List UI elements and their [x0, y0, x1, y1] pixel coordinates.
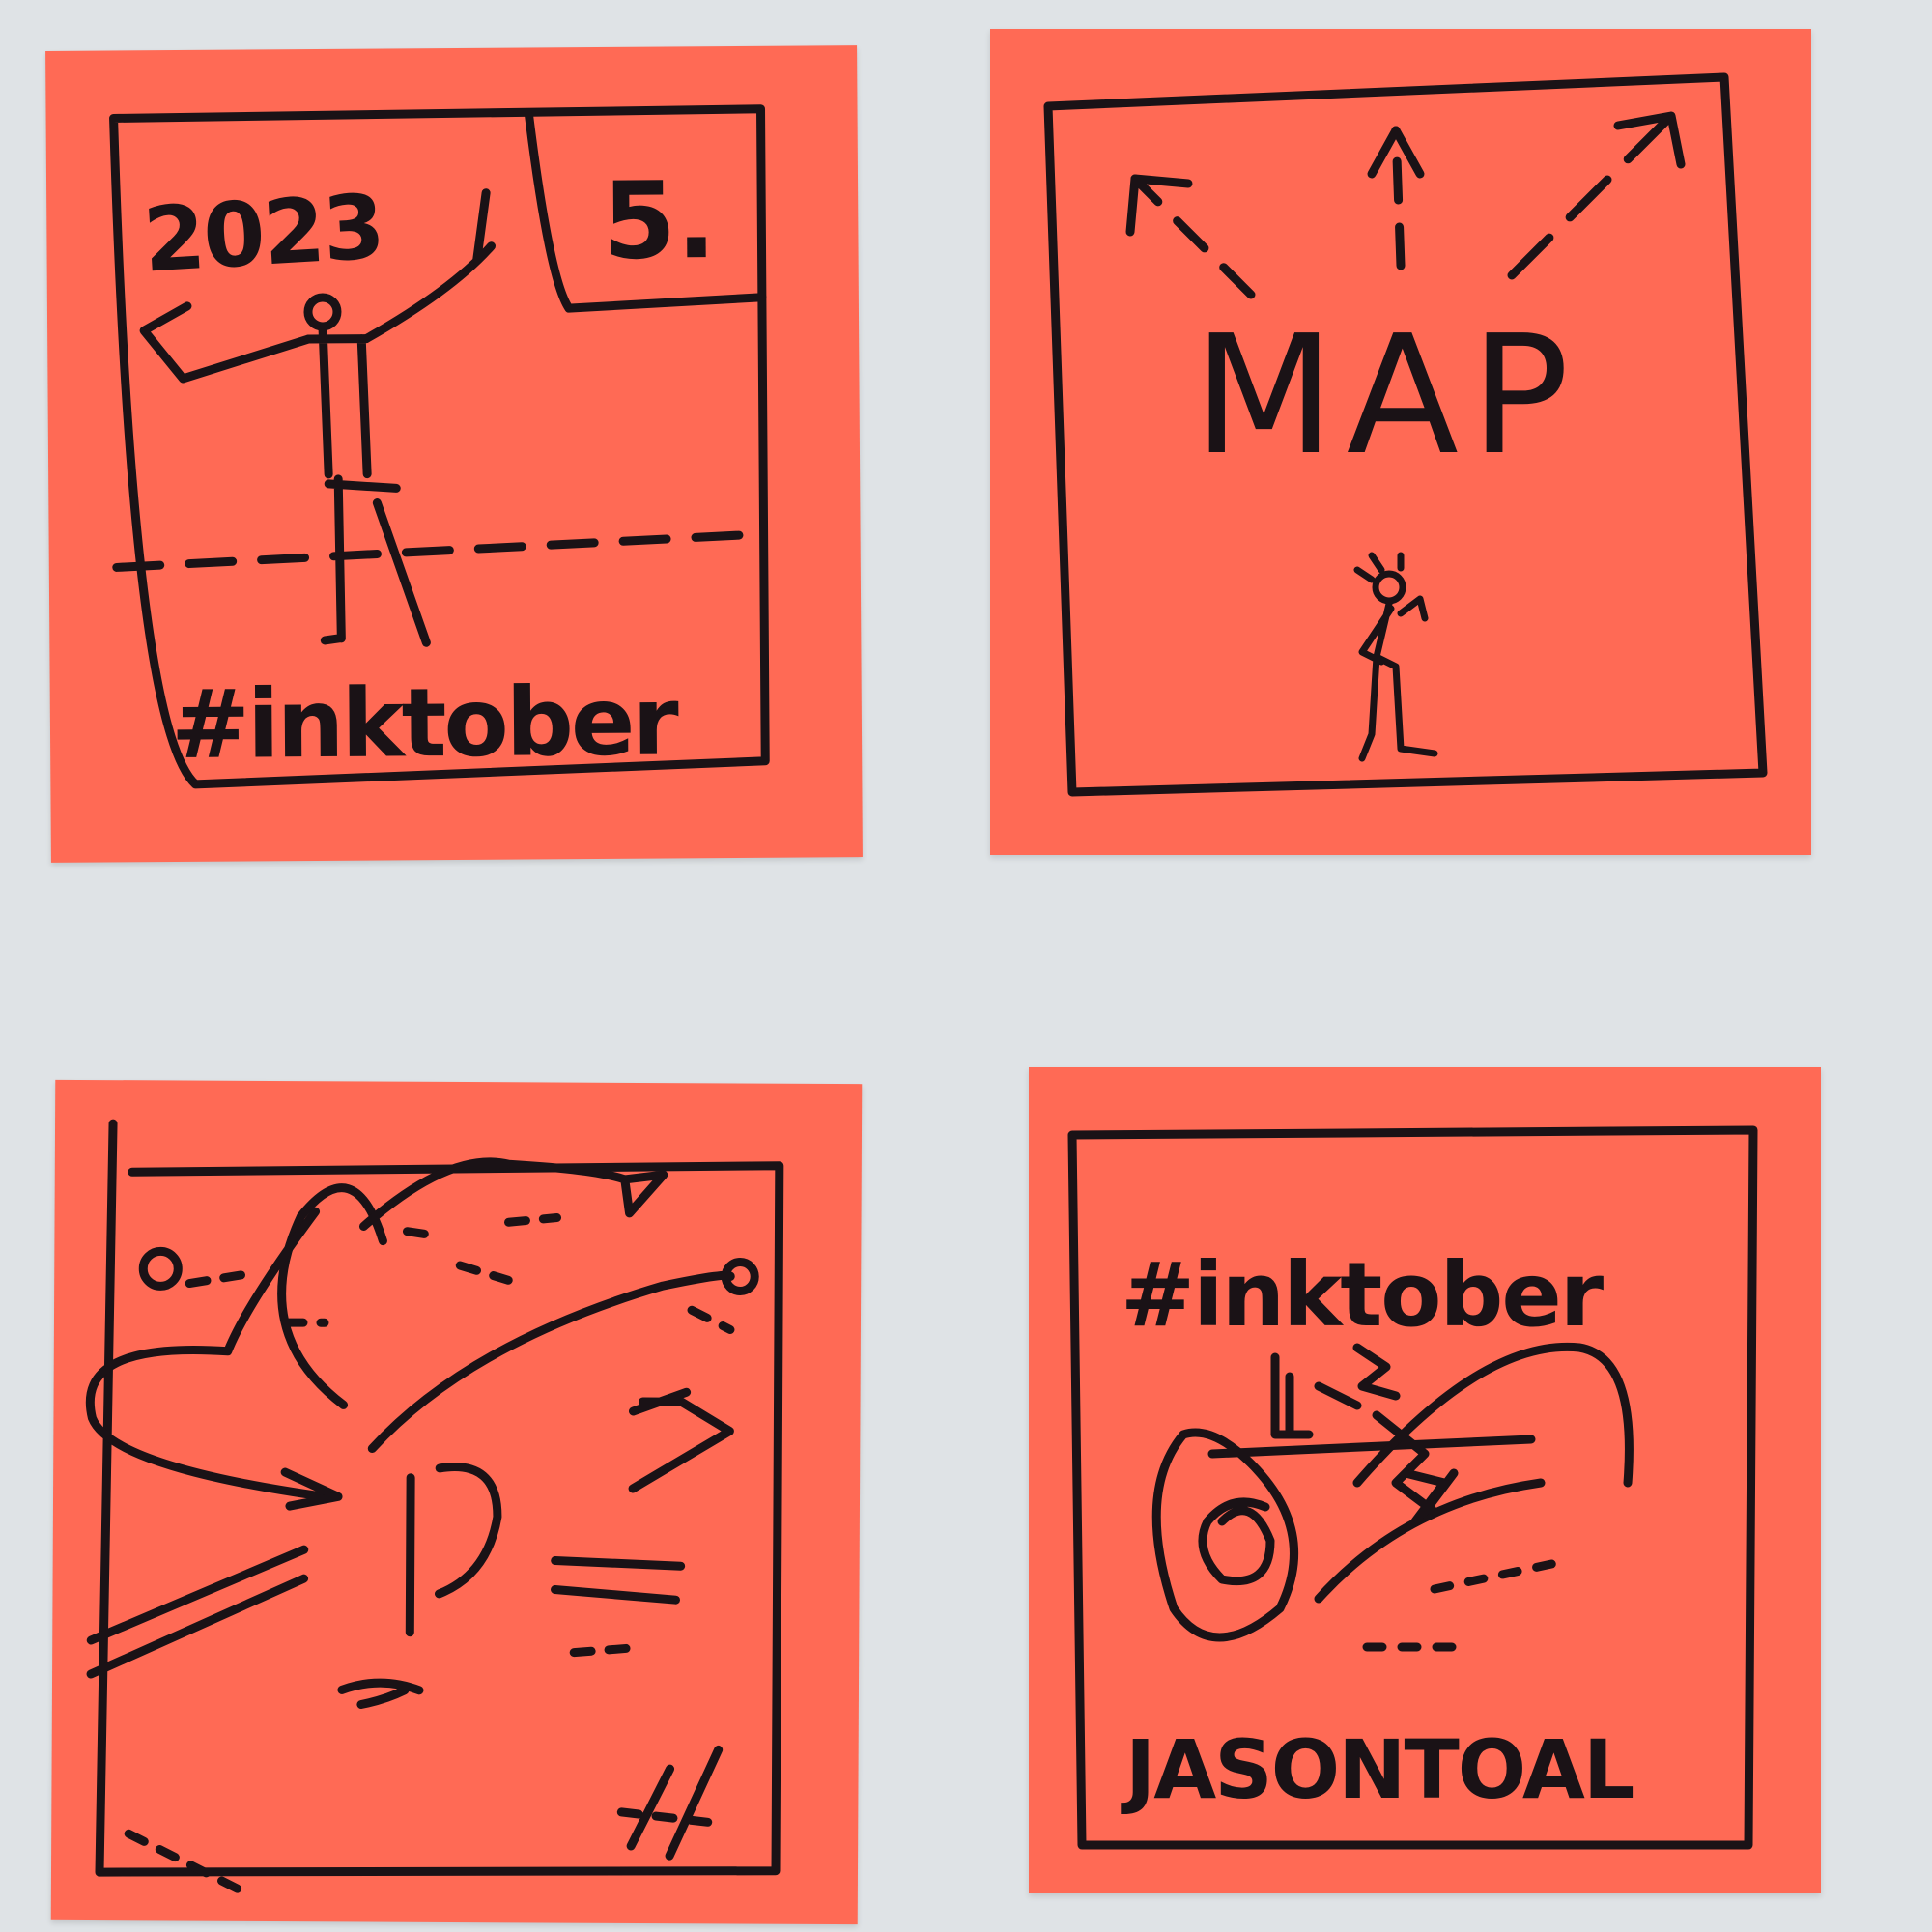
- artist-signature: JASONTOAL: [1125, 1722, 1634, 1817]
- figure-body: [303, 325, 372, 479]
- corner-lines: [626, 1745, 724, 1861]
- center-lines: [405, 1463, 502, 1637]
- bottom-eye: [337, 1678, 424, 1709]
- tick-marks: [1362, 1555, 1575, 1652]
- diagonal-lines: [86, 1545, 309, 1679]
- frame-border: [95, 1119, 784, 1877]
- arrow-right: [1507, 111, 1676, 280]
- map-word: MAP: [1193, 300, 1581, 492]
- sticky-note-bottom-left: [50, 1079, 863, 1925]
- scribble-cluster: [1270, 1343, 1459, 1526]
- sticky-note-top-right: MAP: [990, 29, 1811, 855]
- arrow-head-top: [620, 1170, 668, 1218]
- dashed-line: [112, 529, 769, 572]
- note-drawing: [85, 1119, 784, 1897]
- knob-right: [721, 1258, 759, 1296]
- arrow-up: [1391, 126, 1406, 270]
- right-arc: [1352, 1342, 1634, 1488]
- figure-head: [303, 293, 342, 331]
- arc-left: [85, 1207, 328, 1501]
- tick-marks: [124, 1213, 735, 1897]
- year-label: 2023: [140, 175, 386, 293]
- small-figure-head: [1372, 570, 1406, 605]
- hook-right: [628, 1387, 734, 1493]
- hashtag-label: #inktober: [1121, 1243, 1604, 1347]
- day-number-label: 5.: [601, 158, 718, 283]
- hashtag-label: #inktober: [170, 667, 677, 781]
- curve-right: [367, 1270, 735, 1454]
- spiral: [1198, 1497, 1275, 1586]
- small-figure-body: [1358, 595, 1438, 762]
- arrow-left: [1130, 174, 1256, 299]
- parallel-lines: [551, 1556, 686, 1605]
- knob-left: [138, 1246, 183, 1291]
- figure-arm-left: [139, 301, 313, 384]
- horizon-line: [1208, 1435, 1536, 1459]
- sticky-note-top-left: 2023 5. #inktober: [45, 45, 863, 863]
- sticky-note-bottom-right: #inktober JASONTOAL: [1029, 1067, 1821, 1893]
- figure-legs: [320, 474, 431, 647]
- spiral-egg: [1151, 1428, 1299, 1642]
